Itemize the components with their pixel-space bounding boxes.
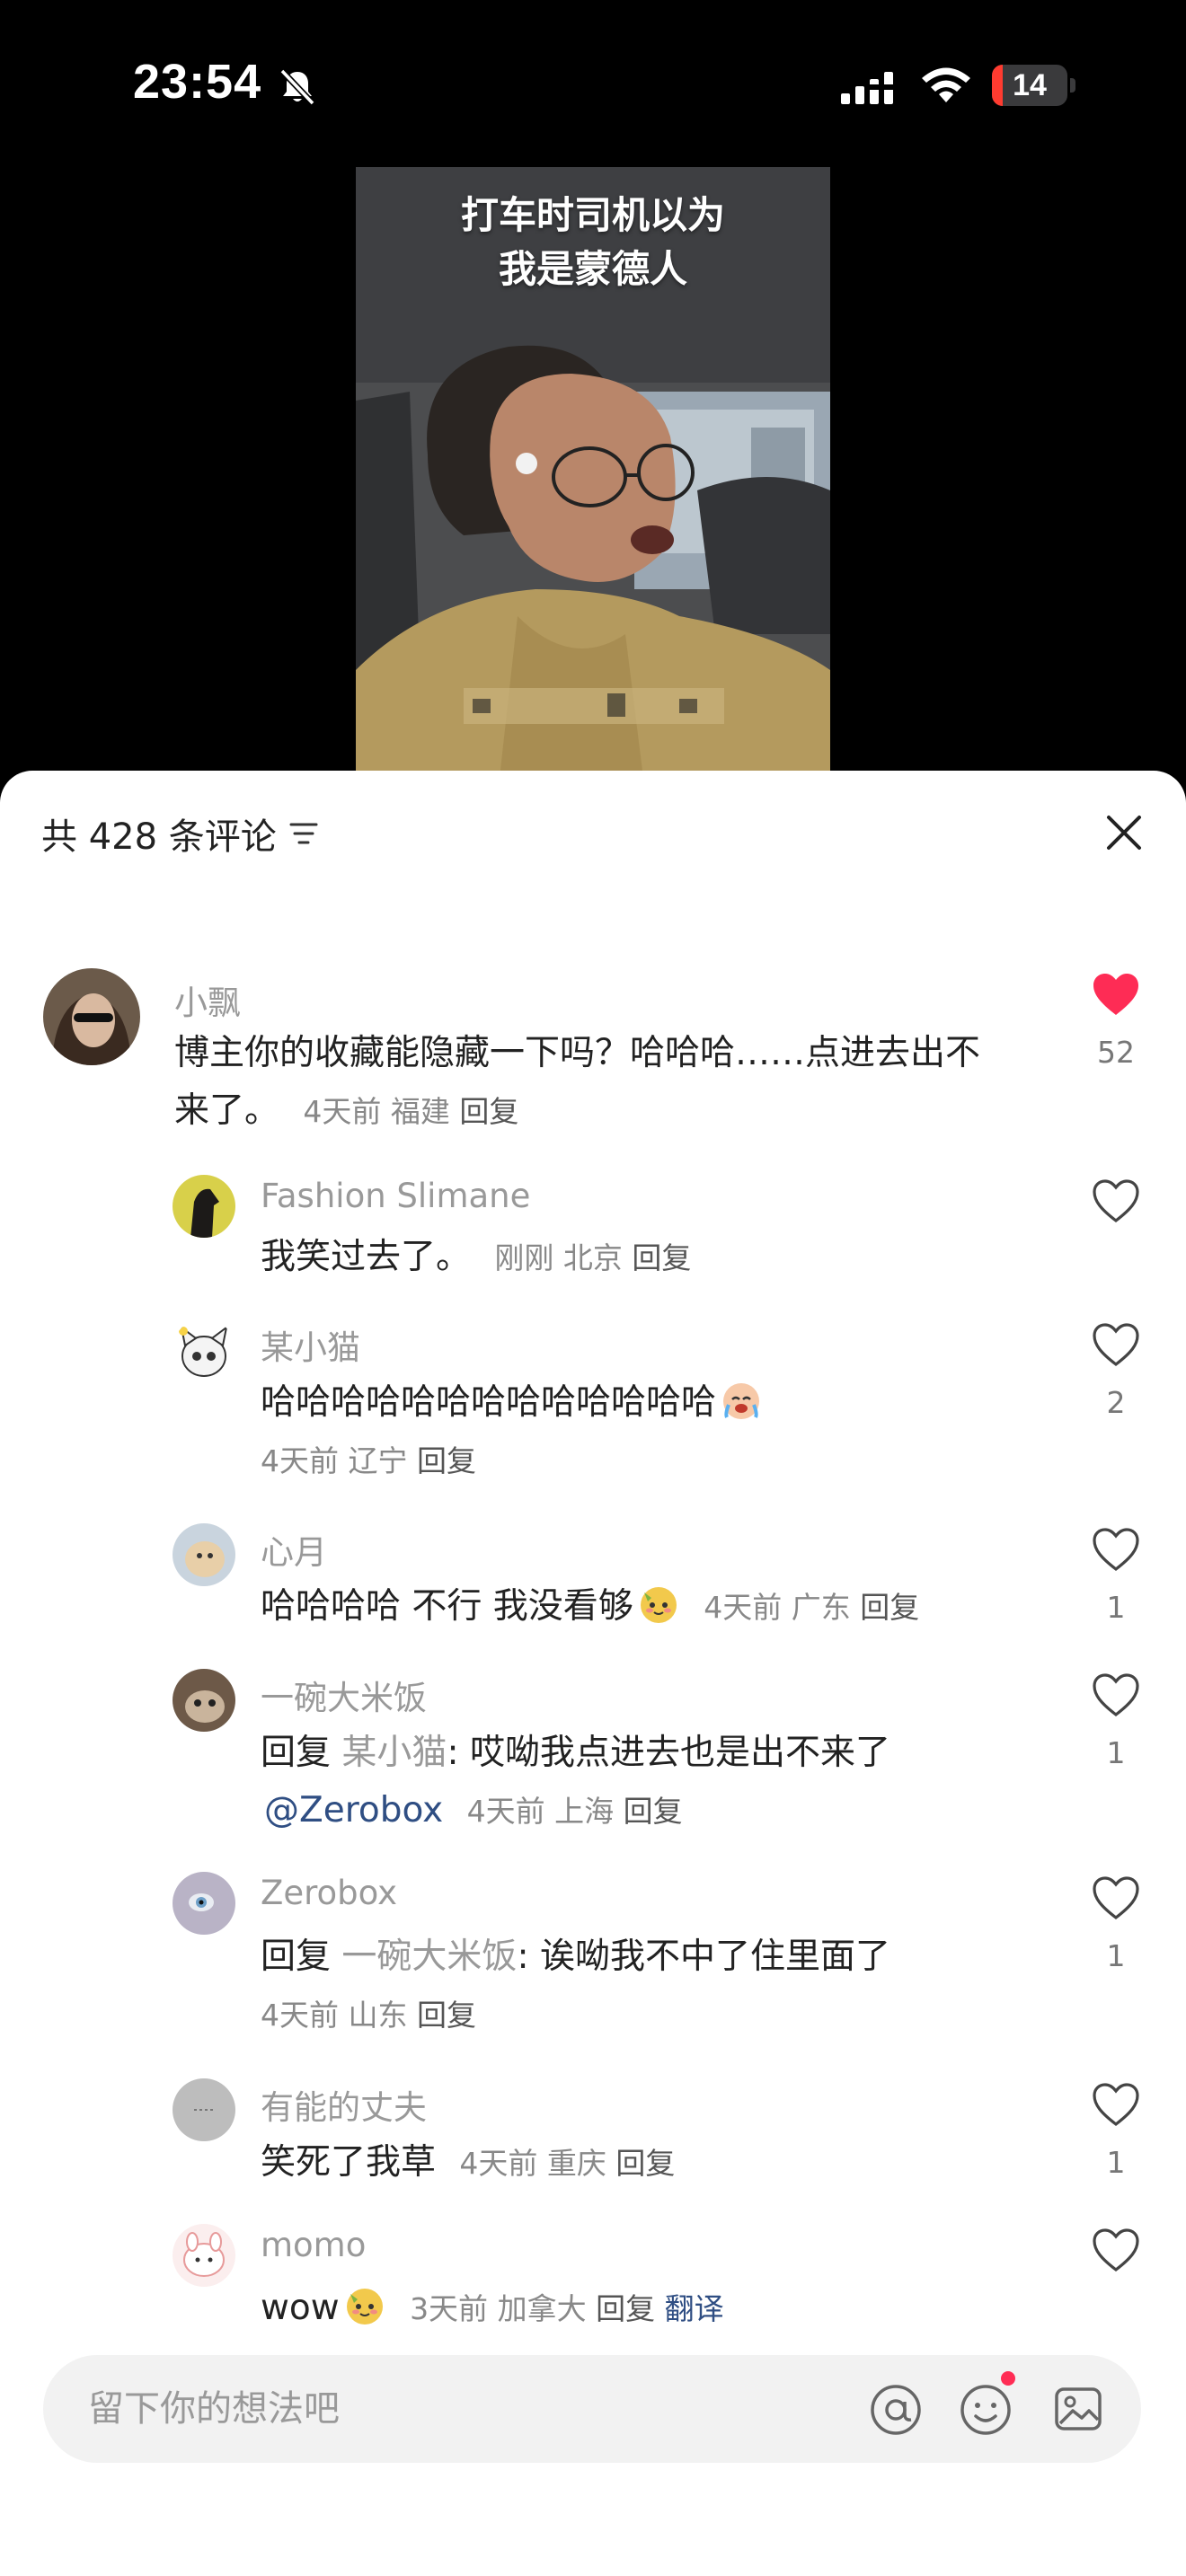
comment-region: 辽宁: [348, 1443, 408, 1478]
like-count: 1: [1106, 1735, 1126, 1770]
avatar[interactable]: [173, 1523, 235, 1586]
heart-outline-icon[interactable]: [1091, 1875, 1141, 1922]
comment-author[interactable]: 一碗大米饭: [261, 1671, 427, 1719]
image-icon[interactable]: [1053, 2384, 1103, 2434]
battery-percent: 14: [1013, 68, 1047, 102]
comment-time: 4天前: [303, 1094, 382, 1129]
video-player[interactable]: 打车时司机以为 我是蒙德人: [356, 167, 830, 778]
comment-author[interactable]: 有能的丈夫: [261, 2080, 427, 2129]
comment-author[interactable]: Fashion Slimane: [261, 1177, 530, 1215]
reply-to-user[interactable]: 一碗大米饭: [341, 1936, 517, 1977]
comment-text: wow 3天前 加拿大 回复 翻译: [261, 2280, 724, 2338]
comment-text: 哈哈哈哈哈哈哈哈哈哈哈哈哈: [261, 1374, 763, 1432]
reply-prefix: 回复: [261, 1733, 332, 1773]
wifi-icon: [922, 67, 970, 102]
comment-meta-line: 4天前 山东 回复: [248, 1986, 476, 2044]
avatar[interactable]: [173, 1319, 235, 1381]
video-caption: 打车时司机以为 我是蒙德人: [356, 189, 830, 296]
notification-dot: [1001, 2371, 1015, 2386]
reply-button[interactable]: 回复: [417, 1998, 476, 2033]
at-mention-icon[interactable]: [868, 2382, 924, 2438]
reply-button[interactable]: 回复: [459, 1094, 518, 1129]
avatar[interactable]: [173, 2224, 235, 2287]
comment-author[interactable]: Zerobox: [261, 1874, 397, 1912]
comment-time: 刚刚: [494, 1240, 554, 1275]
comment-text: 回复 某小猫: 哎呦我点进去也是出不来了: [261, 1733, 890, 1773]
like-count: 1: [1106, 2145, 1126, 2180]
reply-button[interactable]: 回复: [624, 1794, 683, 1829]
reply-button[interactable]: 回复: [860, 1590, 919, 1625]
comment-text-line1: 博主你的收藏能隐藏一下吗？哈哈哈……点进去出不: [174, 1033, 981, 1073]
battery-indicator: 14: [992, 65, 1075, 106]
comment-time: 4天前: [704, 1590, 783, 1625]
bell-muted-icon: [279, 68, 315, 106]
reply-button[interactable]: 回复: [615, 2146, 675, 2181]
comment-time: 4天前: [466, 1794, 545, 1829]
comment-region: 山东: [348, 1998, 408, 2033]
avatar[interactable]: [43, 968, 140, 1065]
comment-region: 广东: [791, 1590, 851, 1625]
translate-button[interactable]: 翻译: [665, 2291, 724, 2326]
like-count: 52: [1097, 1035, 1135, 1070]
comment-author[interactable]: momo: [261, 2226, 366, 2264]
comment-region: 北京: [562, 1240, 623, 1275]
reply-button[interactable]: 回复: [596, 2291, 655, 2326]
avatar[interactable]: [173, 1872, 235, 1935]
comment-author[interactable]: 小飘: [174, 975, 241, 1024]
avatar[interactable]: [173, 1669, 235, 1732]
shy-smile-emoji-icon: [640, 1587, 677, 1623]
emoji-icon[interactable]: [958, 2382, 1013, 2438]
crying-laugh-emoji-icon: [723, 1383, 760, 1419]
heart-outline-icon[interactable]: [1091, 1178, 1141, 1225]
video-caption-line1: 打车时司机以为: [460, 193, 725, 237]
heart-outline-icon[interactable]: [1091, 1322, 1141, 1369]
status-bar: 23:54 14: [0, 0, 1186, 171]
heart-outline-icon[interactable]: [1091, 2082, 1141, 2129]
comment-text-cont: @Zerobox 4天前 上海 回复: [264, 1782, 683, 1840]
mention-link[interactable]: @Zerobox: [264, 1790, 443, 1831]
comments-header: 共 428 条评论: [41, 807, 322, 860]
cellular-signal-icon: [841, 72, 893, 104]
comment-count: 共 428 条评论: [41, 816, 277, 858]
comment-region: 上海: [554, 1794, 615, 1829]
comment-time: 4天前: [261, 1443, 339, 1478]
comment-text: 博主你的收藏能隐藏一下吗？哈哈哈……点进去出不: [174, 1025, 980, 1082]
comment-input-bar[interactable]: 留下你的想法吧: [43, 2355, 1141, 2463]
comment-region: 重庆: [546, 2146, 606, 2181]
close-icon[interactable]: [1102, 810, 1146, 855]
comment-text: 回复 一碗大米饭: 诶呦我不中了住里面了: [261, 1936, 890, 1977]
reply-button[interactable]: 回复: [417, 1443, 476, 1478]
video-caption-line2: 我是蒙德人: [498, 247, 687, 291]
comment-time: 4天前: [261, 1998, 339, 2033]
heart-outline-icon[interactable]: [1091, 1672, 1141, 1719]
comment-input[interactable]: 留下你的想法吧: [88, 2355, 340, 2463]
reply-prefix: 回复: [261, 1936, 332, 1977]
comment-region: 加拿大: [497, 2291, 587, 2326]
comment-region: 福建: [390, 1094, 450, 1129]
reply-button[interactable]: 回复: [632, 1240, 691, 1275]
like-count: 1: [1106, 1938, 1126, 1973]
comment-meta-line: 4天前 辽宁 回复: [248, 1432, 476, 1490]
comment-time: 3天前: [410, 2291, 489, 2326]
comment-text: 笑死了我草 4天前 重庆 回复: [261, 2142, 676, 2183]
reply-to-user[interactable]: 某小猫: [341, 1733, 447, 1773]
comment-text-line2: 来了。: [174, 1090, 280, 1131]
heart-outline-icon[interactable]: [1091, 2228, 1141, 2274]
avatar[interactable]: [173, 1175, 235, 1238]
comment-time: 4天前: [459, 2146, 538, 2181]
avatar[interactable]: [173, 2078, 235, 2141]
like-count: 2: [1106, 1385, 1126, 1420]
comment-text: 哈哈哈哈 不行 我没看够 4天前 广东 回复: [261, 1578, 919, 1636]
heart-filled-icon[interactable]: [1091, 972, 1141, 1019]
like-count: 1: [1106, 1590, 1126, 1625]
shy-smile-emoji-icon: [346, 2289, 383, 2325]
sort-filter-icon[interactable]: [286, 816, 322, 851]
comment-author[interactable]: 心月: [261, 1525, 327, 1574]
comment-text-cont: 来了。 4天前 福建 回复: [174, 1082, 518, 1141]
heart-outline-icon[interactable]: [1091, 1527, 1141, 1574]
comment-text: 我笑过去了。 刚刚 北京 回复: [261, 1237, 692, 1277]
status-time: 23:54: [133, 55, 262, 109]
comment-author[interactable]: 某小猫: [261, 1320, 360, 1369]
